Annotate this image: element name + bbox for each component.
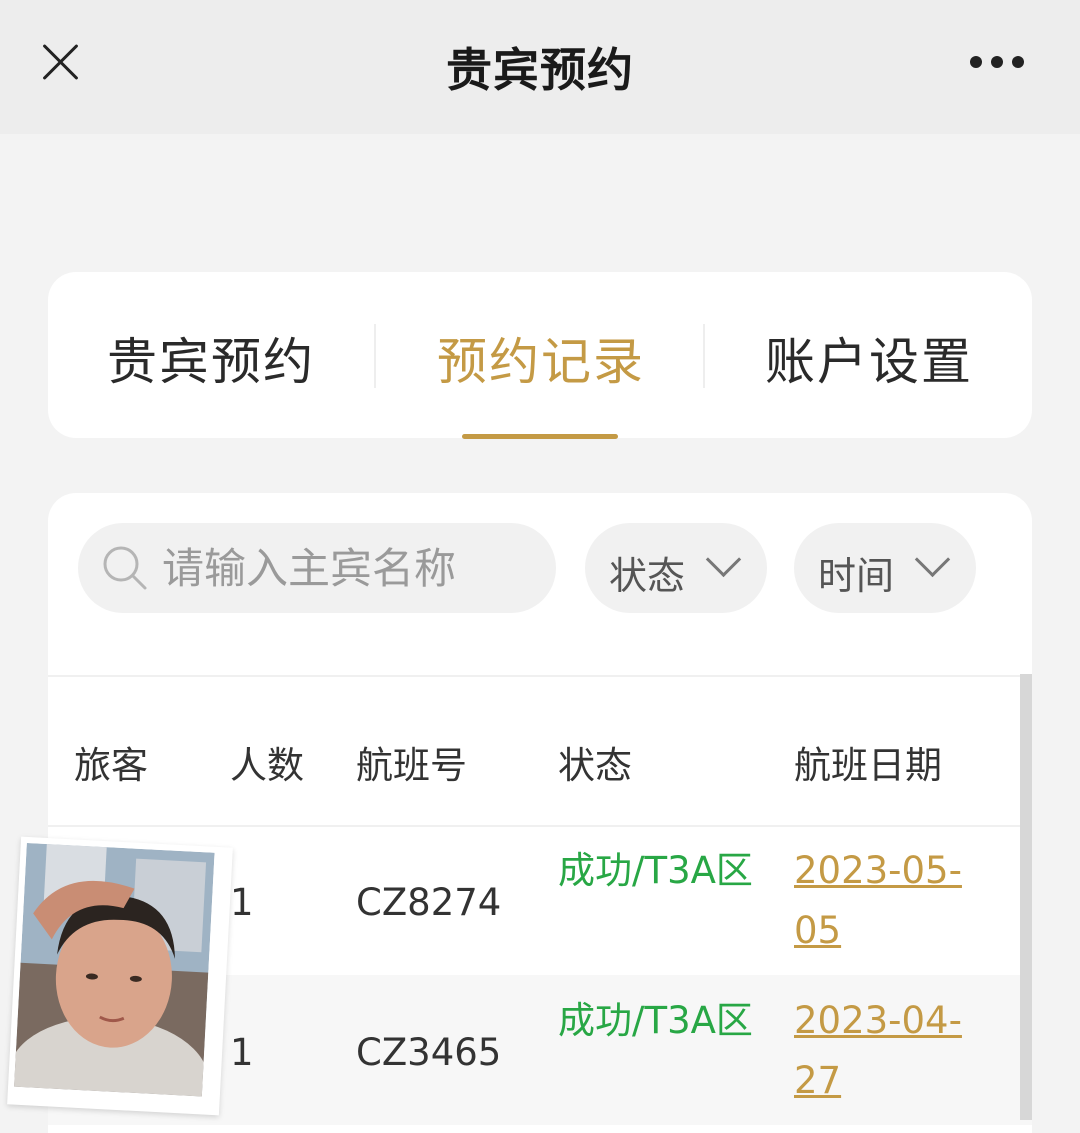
status-filter-dropdown[interactable]: 状态 <box>585 523 767 613</box>
time-filter-dropdown[interactable]: 时间 <box>794 523 976 613</box>
search-input[interactable] <box>158 541 542 595</box>
scrollbar[interactable] <box>1020 674 1032 1120</box>
date-link[interactable]: 2023-04-27 <box>794 991 994 1111</box>
count-cell: 1 <box>230 1031 254 1074</box>
tab-divider <box>374 324 376 388</box>
column-header-date: 航班日期 <box>794 744 942 787</box>
chevron-down-icon <box>705 541 742 578</box>
tab-bar: 贵宾预约 预约记录 账户设置 <box>48 272 1032 439</box>
tab-divider <box>703 324 705 388</box>
table-header: 旅客 人数 航班号 状态 航班日期 <box>48 675 1032 827</box>
column-header-status: 状态 <box>558 744 632 787</box>
status-filter-label: 状态 <box>609 554 686 598</box>
chevron-down-icon <box>914 541 951 578</box>
active-tab-indicator <box>462 434 618 439</box>
column-header-passenger: 旅客 <box>74 744 148 787</box>
search-box[interactable] <box>78 523 556 613</box>
tab-account-settings[interactable]: 账户设置 <box>756 322 982 392</box>
search-icon <box>103 546 147 590</box>
status-cell: 成功/T3A区 <box>558 849 753 892</box>
top-bar: 贵宾预约 <box>0 0 1080 134</box>
tab-vip-booking[interactable]: 贵宾预约 <box>98 322 324 392</box>
status-cell: 成功/T3A区 <box>558 999 753 1042</box>
column-header-count: 人数 <box>230 744 304 787</box>
column-header-flight: 航班号 <box>356 744 467 787</box>
more-options-icon[interactable] <box>962 48 1032 78</box>
flight-cell: CZ8274 <box>356 881 502 924</box>
tab-booking-records[interactable]: 预约记录 <box>428 322 654 392</box>
date-link[interactable]: 2023-05-05 <box>794 841 994 961</box>
flight-cell: CZ3465 <box>356 1031 502 1074</box>
count-cell: 1 <box>230 881 254 924</box>
page-title: 贵宾预约 <box>446 43 634 97</box>
person-photo-icon <box>14 842 215 1097</box>
time-filter-label: 时间 <box>818 554 895 598</box>
avatar-photo <box>7 836 233 1116</box>
